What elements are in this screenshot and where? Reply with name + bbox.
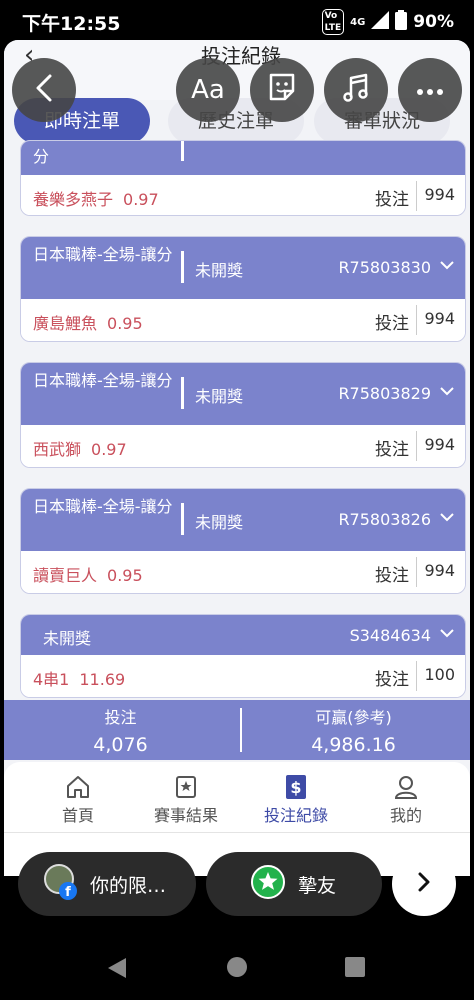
facebook-avatar-icon: f <box>42 863 80 906</box>
overlay-back-button[interactable] <box>12 58 76 122</box>
star-badge-icon <box>250 864 286 905</box>
status-icons: Vo LTE 4G 90% <box>321 9 454 35</box>
bet-status: 未開獎 <box>43 629 92 648</box>
bet-amount: 994 <box>424 561 455 580</box>
app-screen: ‹ 投注紀錄 即時注單 歷史注單 審單狀況 分 養樂多燕子 0.97 投注 994… <box>4 40 470 876</box>
system-home-icon[interactable] <box>226 956 248 982</box>
bet-pick: 4串1 11.69 <box>33 670 126 689</box>
volte-icon: Vo LTE <box>321 9 345 35</box>
bet-label: 投注 <box>375 314 409 334</box>
bet-card[interactable]: 日本職棒-全場-讓分 未開獎 R75803826 讀賣巨人 0.95 投注 994 <box>20 488 466 594</box>
bet-label: 投注 <box>375 566 409 586</box>
bet-card-header: 日本職棒-全場-讓分 未開獎 R75803830 <box>21 237 465 299</box>
bet-card-header: 分 <box>21 141 465 175</box>
summary-win-value: 4,986.16 <box>311 734 396 756</box>
bet-pick: 廣島鯉魚 0.95 <box>33 314 143 333</box>
overlay-music-button[interactable] <box>324 58 388 122</box>
nav-bet-record[interactable]: $ 投注紀錄 <box>238 772 354 826</box>
bet-amount: 994 <box>424 185 455 204</box>
bet-sport: 日本職棒-全場-讓分 <box>33 245 173 264</box>
bet-amount: 994 <box>424 309 455 328</box>
bet-code: R75803826 <box>338 510 431 529</box>
bet-card-header: 日本職棒-全場-讓分 未開獎 R75803826 <box>21 489 465 551</box>
bet-status: 未開獎 <box>195 261 244 280</box>
bet-card-body: 4串1 11.69 投注 100 <box>21 655 465 697</box>
bet-sport: 日本職棒-全場-讓分 <box>33 371 173 390</box>
next-button[interactable] <box>392 852 456 916</box>
nav-home[interactable]: 首頁 <box>20 772 136 826</box>
bet-card-body: 養樂多燕子 0.97 投注 994 <box>21 175 465 215</box>
bet-code: S3484634 <box>349 626 431 645</box>
page-title: 投注紀錄 <box>201 44 281 68</box>
chevron-down-icon[interactable] <box>439 508 455 527</box>
bet-status: 未開獎 <box>195 387 244 406</box>
bet-card[interactable]: 分 養樂多燕子 0.97 投注 994 <box>20 140 466 216</box>
bet-card-header: 日本職棒-全場-讓分 未開獎 R75803829 <box>21 363 465 425</box>
bet-label: 投注 <box>375 190 409 210</box>
overlay-font-button[interactable]: Aa <box>176 58 240 122</box>
bet-amount: 100 <box>424 665 455 684</box>
svg-text:$: $ <box>290 778 301 797</box>
font-icon: Aa <box>191 75 225 105</box>
home-icon <box>20 772 136 802</box>
network-type: 4G <box>350 16 366 28</box>
chevron-down-icon[interactable] <box>439 256 455 275</box>
bet-status: 未開獎 <box>195 513 244 532</box>
overlay-more-button[interactable] <box>398 58 462 122</box>
bet-label: 投注 <box>375 440 409 460</box>
story-share-button[interactable]: f 你的限… <box>18 852 196 916</box>
story-share-label: 你的限… <box>90 874 167 897</box>
bet-pick: 西武獅 0.97 <box>33 440 127 459</box>
battery-icon <box>395 9 408 35</box>
close-friends-button[interactable]: 摯友 <box>206 852 382 916</box>
bet-amount: 994 <box>424 435 455 454</box>
svg-text:f: f <box>65 885 71 900</box>
bet-pick: 讀賣巨人 0.95 <box>33 566 143 585</box>
status-time: 下午12:55 <box>22 13 121 35</box>
chevron-right-icon <box>415 871 433 897</box>
bet-card-body: 廣島鯉魚 0.95 投注 994 <box>21 299 465 341</box>
battery-percent: 90% <box>413 12 454 32</box>
bet-card[interactable]: 日本職棒-全場-讓分 未開獎 R75803829 西武獅 0.97 投注 994 <box>20 362 466 468</box>
user-icon <box>348 772 464 802</box>
bet-card-body: 讀賣巨人 0.95 投注 994 <box>21 551 465 593</box>
bet-card-header: 未開獎 S3484634 <box>21 615 465 655</box>
back-arrow-icon <box>32 73 56 107</box>
chevron-down-icon[interactable] <box>439 382 455 401</box>
music-icon <box>339 71 373 109</box>
bet-card-body: 西武獅 0.97 投注 994 <box>21 425 465 467</box>
chevron-down-icon[interactable] <box>439 624 455 643</box>
bet-label: 投注 <box>375 670 409 690</box>
nav-results[interactable]: 賽事結果 <box>128 772 244 826</box>
status-bar: 下午12:55 Vo LTE 4G 90% <box>0 0 474 40</box>
system-nav-bar <box>0 920 474 1000</box>
overlay-sticker-button[interactable] <box>250 58 314 122</box>
bet-card[interactable]: 未開獎 S3484634 4串1 11.69 投注 100 <box>20 614 466 698</box>
bet-card[interactable]: 日本職棒-全場-讓分 未開獎 R75803830 廣島鯉魚 0.95 投注 994 <box>20 236 466 342</box>
summary-bet-value: 4,076 <box>93 734 148 756</box>
bet-code: R75803829 <box>338 384 431 403</box>
bet-record-icon: $ <box>238 772 354 802</box>
more-icon <box>415 81 445 100</box>
system-back-icon[interactable] <box>106 956 128 984</box>
signal-icon <box>371 10 390 34</box>
nav-profile[interactable]: 我的 <box>348 772 464 826</box>
summary-win: 可贏(參考) 4,986.16 <box>237 700 470 756</box>
bet-code: R75803830 <box>338 258 431 277</box>
system-recents-icon[interactable] <box>344 956 366 982</box>
close-friends-label: 摯友 <box>298 874 337 897</box>
summary-bar: 投注 4,076 可贏(參考) 4,986.16 <box>4 700 470 760</box>
sticker-icon <box>265 71 299 109</box>
summary-bet: 投注 4,076 <box>4 700 237 756</box>
bet-sport: 日本職棒-全場-讓分 <box>33 497 173 516</box>
results-icon <box>128 772 244 802</box>
bet-pick: 養樂多燕子 0.97 <box>33 190 159 209</box>
